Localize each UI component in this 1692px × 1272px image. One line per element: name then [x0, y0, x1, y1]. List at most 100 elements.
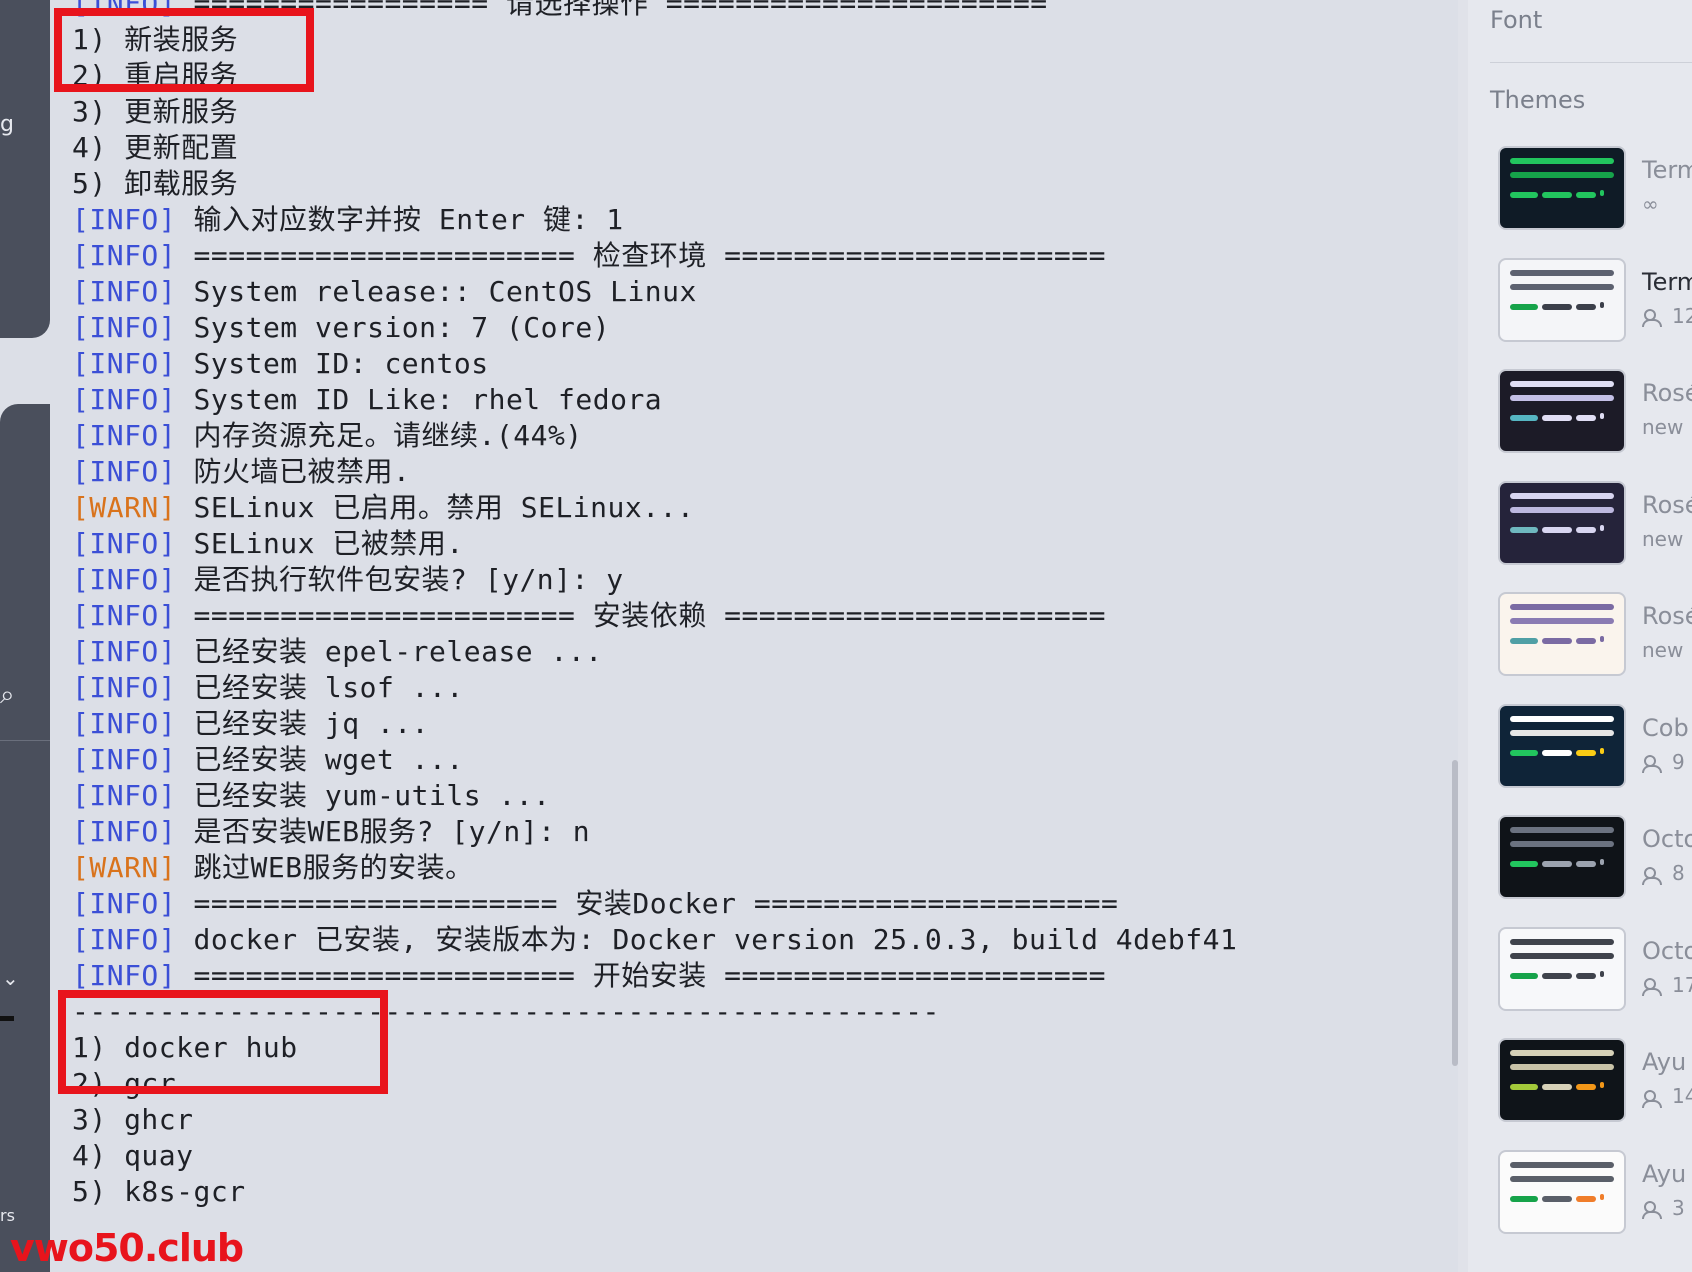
panel-divider	[1490, 62, 1692, 63]
rail-label-fragment: g	[0, 112, 14, 137]
theme-meta: 8	[1642, 861, 1685, 885]
theme-card[interactable]: Rosé new	[1498, 369, 1692, 459]
info-tag: [INFO]	[72, 383, 177, 416]
theme-preview-bar	[1576, 303, 1596, 310]
theme-card[interactable]: Rosé new	[1498, 592, 1692, 682]
theme-preview-bar	[1510, 381, 1614, 387]
terminal-line-text: 输入对应数字并按 Enter 键: 1	[176, 203, 624, 236]
theme-meta-text: new	[1642, 638, 1684, 662]
theme-preview-bar	[1510, 1050, 1614, 1056]
theme-preview-bar	[1542, 749, 1572, 756]
terminal-line: [INFO] docker 已安装, 安装版本为: Docker version…	[72, 922, 1237, 958]
terminal-line-text: System ID: centos	[176, 347, 489, 380]
terminal-line: 3) ghcr	[72, 1102, 194, 1138]
theme-card[interactable]: Octo 17	[1498, 926, 1692, 1017]
info-tag: [INFO]	[72, 671, 177, 704]
info-tag: [INFO]	[72, 599, 177, 632]
terminal-line: 5) 卸载服务	[72, 166, 238, 202]
theme-meta-text: 14	[1672, 1084, 1692, 1108]
theme-preview-bar	[1542, 1084, 1572, 1090]
terminal-line-text: ====================== 安装依赖 ============…	[176, 599, 1106, 632]
terminal-line-text: 已经安装 wget ...	[176, 743, 464, 776]
search-icon[interactable]: ⌕	[0, 680, 15, 711]
info-tag: [INFO]	[72, 563, 177, 596]
terminal-line: 3) 更新服务	[72, 94, 238, 130]
theme-card[interactable]: Cob 9	[1498, 703, 1692, 794]
theme-preview-bar	[1542, 972, 1572, 979]
theme-preview-bar	[1576, 638, 1596, 644]
theme-preview-bar	[1510, 172, 1614, 178]
watermark-text: vwo50.club	[10, 1226, 244, 1270]
theme-settings-panel: Font Themes Term∞Term12RosénewRosénewRos…	[1468, 0, 1692, 1272]
warn-tag: [WARN]	[72, 491, 177, 524]
theme-meta: 17	[1642, 973, 1692, 997]
theme-meta: ∞	[1642, 192, 1659, 216]
theme-preview-bar	[1510, 638, 1538, 644]
theme-preview-bar	[1576, 526, 1596, 533]
theme-preview-bar	[1510, 618, 1614, 624]
theme-meta-text: new	[1642, 526, 1684, 551]
terminal-line: [INFO] ====================== 检查环境 =====…	[72, 238, 1106, 274]
theme-preview-bar	[1542, 1195, 1572, 1202]
theme-preview-bar	[1542, 638, 1572, 644]
terminal-line-text: 3) ghcr	[72, 1103, 194, 1136]
terminal-line-text: 防火墙已被禁用.	[176, 455, 411, 488]
theme-preview-bar	[1600, 636, 1604, 642]
terminal-line-text: 内存资源充足。请继续.(44%)	[176, 419, 583, 452]
theme-preview-bar	[1600, 1082, 1604, 1088]
terminal-line: [INFO] 是否安装WEB服务? [y/n]: n	[72, 814, 590, 850]
highlight-box-option-new-service	[54, 8, 314, 92]
terminal-line-text: 跳过WEB服务的安装。	[176, 851, 474, 884]
theme-meta: 9	[1642, 750, 1685, 774]
theme-meta: new	[1642, 527, 1683, 551]
theme-preview-bar	[1510, 415, 1538, 421]
terminal-line-text: SELinux 已被禁用.	[176, 527, 464, 560]
theme-preview-thumbnail	[1498, 815, 1626, 899]
theme-meta: new	[1642, 638, 1683, 662]
rail-indicator	[0, 1016, 14, 1021]
terminal-line: [INFO] System version: 7 (Core)	[72, 310, 610, 346]
theme-card[interactable]: Octo 8	[1498, 815, 1692, 905]
theme-card[interactable]: Ayu 3	[1498, 1149, 1692, 1240]
info-tag: [INFO]	[72, 239, 177, 272]
theme-card[interactable]: Term 12	[1498, 257, 1692, 348]
info-tag: [INFO]	[72, 707, 177, 740]
font-section-label[interactable]: Font	[1490, 6, 1542, 34]
theme-preview-bar	[1542, 192, 1572, 198]
theme-name: Rosé	[1642, 602, 1692, 630]
theme-meta-text: new	[1642, 415, 1684, 439]
terminal-line-text: 是否执行软件包安装? [y/n]: y	[176, 563, 624, 596]
theme-preview-bar	[1510, 1064, 1614, 1070]
terminal-line-text: 3) 更新服务	[72, 95, 239, 128]
info-tag: [INFO]	[72, 959, 177, 992]
theme-meta-text: 3	[1672, 1195, 1685, 1220]
theme-name: Rosé	[1642, 379, 1692, 407]
theme-card[interactable]: Rosé new	[1498, 480, 1692, 571]
chevron-down-icon[interactable]: ⌄	[2, 966, 19, 990]
theme-card[interactable]: Term ∞	[1498, 146, 1692, 236]
theme-preview-bar	[1510, 395, 1614, 401]
terminal-line: [INFO] 已经安装 wget ...	[72, 742, 464, 778]
terminal-line: 5) k8s-gcr	[72, 1174, 246, 1210]
theme-name: Octo	[1642, 825, 1692, 853]
theme-name: Cob	[1642, 713, 1689, 742]
info-tag: [INFO]	[72, 311, 177, 344]
terminal-line: [INFO] 输入对应数字并按 Enter 键: 1	[72, 202, 624, 238]
theme-card[interactable]: Ayu 14	[1498, 1038, 1692, 1128]
terminal-line-text: 是否安装WEB服务? [y/n]: n	[176, 815, 591, 848]
terminal-line-text: ====================== 检查环境 ============…	[176, 239, 1106, 272]
theme-preview-bar	[1510, 604, 1614, 610]
terminal-line-text: 5) k8s-gcr	[72, 1175, 246, 1208]
users-icon	[1642, 755, 1666, 773]
info-tag: [INFO]	[72, 455, 177, 488]
terminal-line: [INFO] 是否执行软件包安装? [y/n]: y	[72, 562, 624, 598]
theme-meta: 14	[1642, 1084, 1692, 1108]
terminal-line: [INFO] 已经安装 yum-utils ...	[72, 778, 551, 814]
terminal-line-text: System ID Like: rhel fedora	[176, 383, 663, 416]
info-tag: [INFO]	[72, 887, 177, 920]
theme-name: Octo	[1642, 936, 1692, 965]
users-icon	[1642, 978, 1666, 996]
theme-name: Term	[1642, 267, 1692, 296]
theme-preview-bar	[1576, 192, 1596, 198]
theme-preview-bar	[1510, 158, 1614, 164]
